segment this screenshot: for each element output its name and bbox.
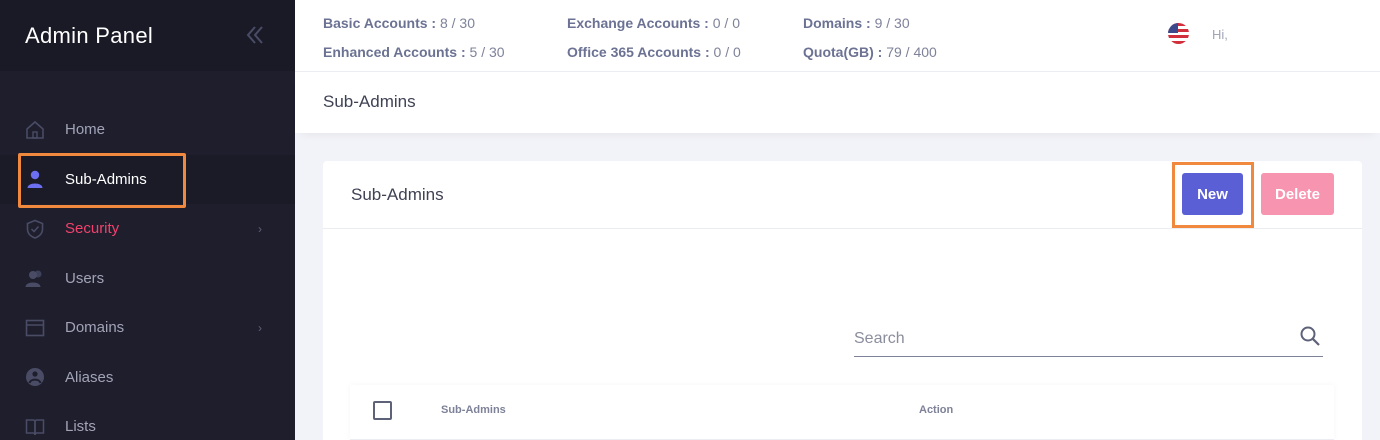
browser-window-icon — [24, 317, 46, 339]
sidebar-item-label: Sub-Admins — [65, 170, 147, 188]
column-header-sub-admins[interactable]: Sub-Admins — [441, 404, 506, 416]
select-all-checkbox[interactable] — [373, 401, 392, 420]
sidebar-item-aliases[interactable]: Aliases — [0, 353, 295, 403]
page-subheader: Sub-Admins — [295, 72, 1380, 133]
stat-quota: Quota(GB) : 79 / 400 — [803, 44, 937, 60]
sidebar-item-label: Lists — [65, 418, 96, 436]
stat-enhanced-accounts: Enhanced Accounts : 5 / 30 — [323, 44, 505, 60]
stat-domains: Domains : 9 / 30 — [803, 15, 910, 31]
sidebar-item-label: Security — [65, 220, 120, 238]
card-title: Sub-Admins — [351, 185, 444, 204]
sidebar-item-label: Home — [65, 121, 106, 139]
sidebar-item-label: Aliases — [65, 368, 114, 386]
user-icon — [24, 168, 46, 190]
us-flag-icon[interactable] — [1168, 23, 1189, 44]
collapse-sidebar-icon[interactable] — [242, 22, 268, 48]
delete-button[interactable]: Delete — [1261, 173, 1334, 215]
table-header: Sub-Admins Action — [350, 385, 1334, 440]
top-stats-bar: Basic Accounts : 8 / 30 Enhanced Account… — [295, 0, 1380, 72]
sidebar: Admin Panel Home Sub-Admins Security › U… — [0, 0, 295, 440]
sidebar-item-sub-admins[interactable]: Sub-Admins — [0, 154, 295, 204]
home-icon — [24, 119, 46, 141]
sidebar-menu: Home Sub-Admins Security › Users Domains… — [0, 105, 295, 440]
sidebar-item-lists[interactable]: Lists — [0, 402, 295, 440]
search-icon[interactable] — [1299, 325, 1321, 347]
column-header-action: Action — [919, 404, 954, 416]
book-icon — [24, 416, 46, 438]
chevron-right-icon: › — [258, 321, 262, 335]
new-button[interactable]: New — [1182, 173, 1243, 215]
stat-office365-accounts: Office 365 Accounts : 0 / 0 — [567, 44, 741, 60]
sidebar-item-domains[interactable]: Domains › — [0, 303, 295, 353]
stat-exchange-accounts: Exchange Accounts : 0 / 0 — [567, 15, 740, 31]
users-icon — [24, 267, 46, 289]
sidebar-item-home[interactable]: Home — [0, 105, 295, 155]
sidebar-item-security[interactable]: Security › — [0, 204, 295, 254]
shield-icon — [24, 218, 46, 240]
page-title: Sub-Admins — [323, 92, 416, 111]
chevron-right-icon: › — [258, 222, 262, 236]
search-input[interactable] — [854, 327, 1284, 351]
brand-title: Admin Panel — [25, 22, 154, 48]
sidebar-header: Admin Panel — [0, 0, 295, 71]
sub-admins-card: Sub-Admins New Delete Sub-Admins Action — [323, 161, 1362, 440]
card-header: Sub-Admins New Delete — [323, 161, 1362, 229]
sidebar-item-label: Users — [65, 269, 105, 287]
aliases-icon — [24, 366, 46, 388]
user-greeting[interactable]: Hi, — [1212, 27, 1228, 42]
search-field — [854, 321, 1323, 357]
sidebar-item-users[interactable]: Users — [0, 254, 295, 304]
sidebar-item-label: Domains — [65, 319, 125, 337]
stat-basic-accounts: Basic Accounts : 8 / 30 — [323, 15, 475, 31]
